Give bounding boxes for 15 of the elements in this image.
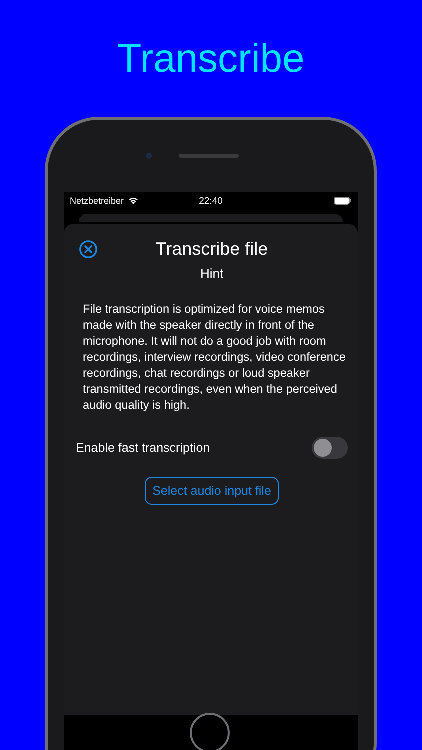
headline: Transcribe xyxy=(117,36,305,83)
toggle-label: Enable fast transcription xyxy=(76,441,210,455)
wifi-icon xyxy=(128,197,140,205)
speaker-grille xyxy=(179,154,239,158)
sheet-subtitle: Hint xyxy=(200,266,224,281)
camera-icon xyxy=(146,153,152,159)
select-file-button[interactable]: Select audio input file xyxy=(144,477,280,505)
carrier-name: Netzbetreiber xyxy=(70,196,124,206)
home-button[interactable] xyxy=(190,713,230,750)
status-time: 22:40 xyxy=(199,196,223,206)
hint-paragraph: File transcription is optimized for voice memos made with the speaker directly in front of the microphone. It will not do a good job with room recordings, interview recordings, video conference recordings, chat recordings or loud speaker transmitted recordings, even when the perceived audio quality is high. xyxy=(83,301,347,413)
close-icon[interactable] xyxy=(79,240,98,259)
sheet-title: Transcribe file xyxy=(156,238,268,260)
battery-icon xyxy=(334,197,352,205)
fast-transcription-toggle[interactable] xyxy=(312,437,348,459)
